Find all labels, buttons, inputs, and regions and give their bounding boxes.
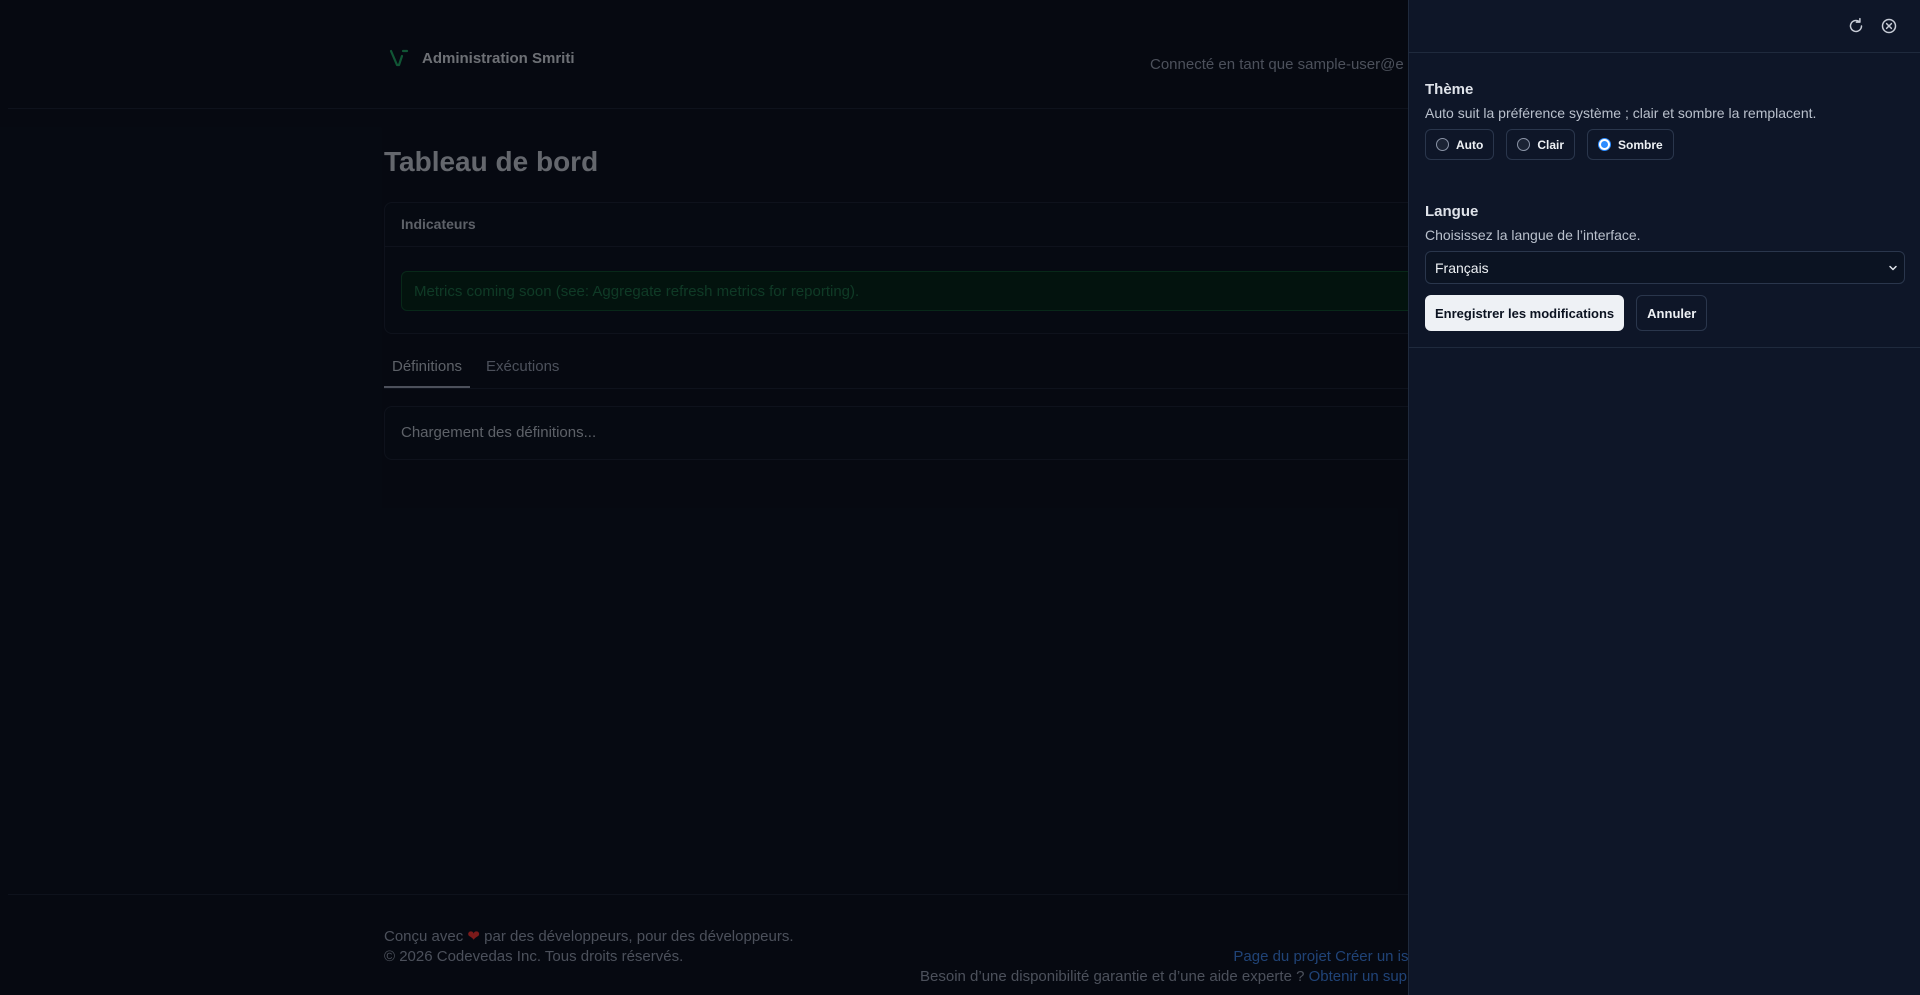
radio-sombre[interactable] [1598,138,1612,151]
theme-option-label: Clair [1537,137,1565,152]
refresh-button[interactable] [1846,16,1866,36]
language-description: Choisissez la langue de l’interface. [1425,227,1641,243]
drawer-toolbar [1409,0,1920,53]
radio-clair[interactable] [1517,138,1531,151]
theme-option-label: Auto [1456,137,1484,152]
theme-option-auto[interactable]: Auto [1425,129,1495,160]
language-section: Langue Choisissez la langue de l’interfa… [1425,203,1905,284]
language-title: Langue [1425,203,1479,220]
drawer-actions: Enregistrer les modifications Annuler [1425,295,1904,331]
theme-option-sombre[interactable]: Sombre [1587,129,1674,160]
settings-drawer: Thème Auto suit la préférence système ; … [1408,0,1920,995]
close-icon [1881,18,1897,34]
theme-section: Thème Auto suit la préférence système ; … [1425,81,1904,160]
theme-description: Auto suit la préférence système ; clair … [1425,105,1817,121]
theme-title: Thème [1425,81,1474,98]
close-button[interactable] [1879,16,1899,36]
radio-auto[interactable] [1436,138,1449,151]
theme-radio-group: Auto Clair Sombre [1425,129,1904,160]
language-selected-value: Français [1435,260,1489,276]
refresh-icon [1849,17,1863,33]
drawer-body: Thème Auto suit la préférence système ; … [1409,53,1920,348]
save-button[interactable]: Enregistrer les modifications [1425,295,1625,331]
theme-option-clair[interactable]: Clair [1506,129,1576,160]
language-select[interactable]: Français [1425,251,1905,284]
chevron-down-icon [1889,265,1897,271]
theme-option-label: Sombre [1618,137,1663,152]
cancel-button[interactable]: Annuler [1636,295,1708,331]
